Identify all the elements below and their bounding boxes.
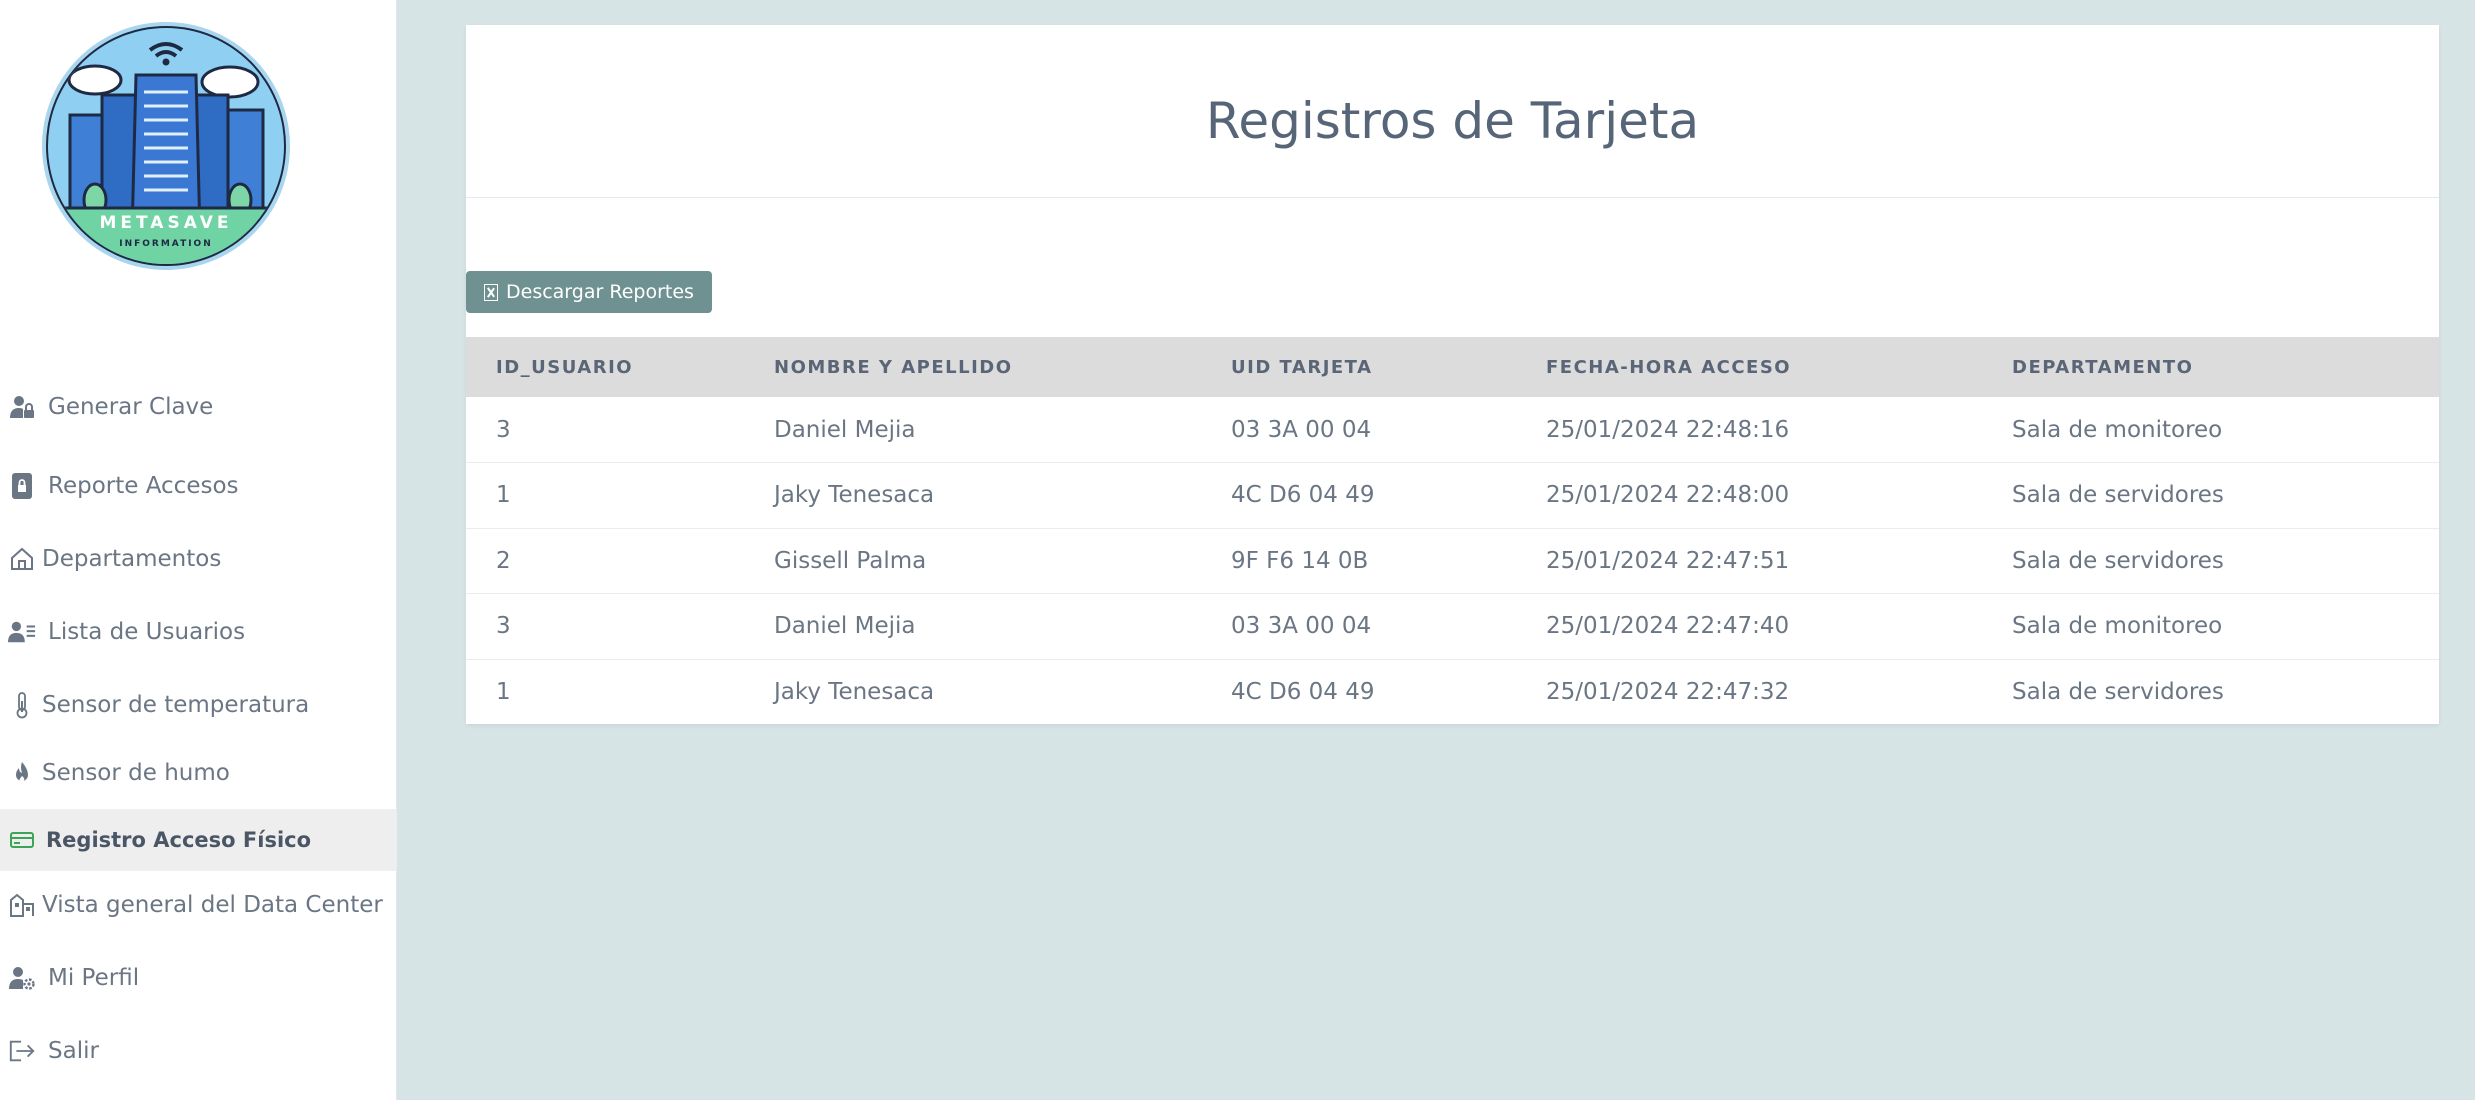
cell-departamento: Sala de servidores — [2012, 679, 2224, 705]
card-header: Registros de Tarjeta — [466, 25, 2439, 198]
page-title: Registros de Tarjeta — [1205, 92, 1700, 150]
download-reports-label: Descargar Reportes — [506, 281, 694, 303]
sidebar-item-label: Registro Acceso Físico — [46, 828, 312, 852]
logout-icon — [8, 1037, 36, 1065]
sidebar-item-generar-clave[interactable]: Generar Clave — [0, 378, 397, 436]
sidebar-item-sensor-temperatura[interactable]: Sensor de temperatura — [0, 676, 397, 734]
table-row: 3 Daniel Mejia 03 3A 00 04 25/01/2024 22… — [466, 397, 2439, 463]
lock-icon — [8, 472, 36, 500]
logo-text-bottom: INFORMATION — [119, 239, 213, 249]
cell-id-usuario: 3 — [466, 397, 774, 463]
column-header-uid: UID TARJETA — [1231, 356, 1373, 378]
cell-fecha: 25/01/2024 22:47:51 — [1546, 528, 2012, 594]
cell-departamento: Sala de monitoreo — [2012, 593, 2439, 660]
thermometer-icon — [8, 691, 36, 719]
sidebar-item-label: Lista de Usuarios — [48, 619, 246, 645]
sidebar-item-mi-perfil[interactable]: Mi Perfil — [0, 949, 397, 1007]
table-header-row: ID_USUARIO NOMBRE Y APELLIDO UID TARJETA… — [466, 337, 2439, 397]
sidebar-item-registro-acceso-fisico[interactable]: Registro Acceso Físico — [0, 809, 397, 871]
sidebar-item-departamentos[interactable]: Departamentos — [0, 530, 397, 588]
access-records-table: ID_USUARIO NOMBRE Y APELLIDO UID TARJETA… — [466, 337, 2439, 725]
cell-uid: 03 3A 00 04 — [1231, 397, 1546, 463]
sidebar-item-vista-general-data-center[interactable]: Vista general del Data Center — [0, 876, 397, 934]
cell-uid: 4C D6 04 49 — [1231, 679, 1375, 705]
sidebar-item-label: Sensor de humo — [42, 760, 230, 786]
logo-text-top: METASAVE — [100, 213, 233, 233]
cell-departamento: Sala de monitoreo — [2012, 397, 2439, 463]
sidebar-item-label: Mi Perfil — [48, 965, 140, 991]
table-row: 3 Daniel Mejia 03 3A 00 04 25/01/2024 22… — [466, 593, 2439, 660]
user-lock-icon — [8, 393, 36, 421]
sidebar-item-sensor-humo[interactable]: Sensor de humo — [0, 744, 397, 802]
sidebar-item-label: Salir — [48, 1038, 99, 1064]
cell-nombre: Daniel Mejia — [774, 593, 1231, 660]
sidebar-item-reporte-accesos[interactable]: Reporte Accesos — [0, 457, 397, 515]
metasave-logo: METASAVE INFORMATION — [40, 20, 292, 272]
column-header-fecha: FECHA-HORA ACCESO — [1546, 356, 1792, 378]
cell-id-usuario: 1 — [496, 679, 511, 705]
cell-fecha: 25/01/2024 22:48:16 — [1546, 397, 2012, 463]
cell-nombre: Daniel Mejia — [774, 397, 1231, 463]
cell-fecha: 25/01/2024 22:47:32 — [1546, 679, 1790, 705]
sidebar-item-lista-usuarios[interactable]: Lista de Usuarios — [0, 603, 397, 661]
cell-fecha: 25/01/2024 22:48:00 — [1546, 462, 2012, 529]
table-row: 1 Jaky Tenesaca 4C D6 04 49 25/01/2024 2… — [466, 462, 2439, 529]
cell-fecha: 25/01/2024 22:47:40 — [1546, 593, 2012, 660]
user-gear-icon — [8, 964, 36, 992]
sidebar-item-label: Departamentos — [42, 546, 222, 572]
cell-uid: 9F F6 14 0B — [1231, 528, 1546, 594]
credit-card-icon — [8, 826, 36, 854]
column-header-departamento: DEPARTAMENTO — [2012, 356, 2194, 378]
sidebar-item-label: Generar Clave — [48, 394, 214, 420]
cell-nombre: Gissell Palma — [774, 528, 1231, 594]
table-row: 1 Jaky Tenesaca 4C D6 04 49 25/01/2024 2… — [466, 659, 2439, 725]
cell-uid: 03 3A 00 04 — [1231, 593, 1546, 660]
fire-icon — [8, 759, 36, 787]
download-reports-button[interactable]: Descargar Reportes — [466, 271, 712, 313]
sidebar-item-label: Reporte Accesos — [48, 473, 239, 499]
cell-departamento: Sala de servidores — [2012, 462, 2439, 529]
table-row: 2 Gissell Palma 9F F6 14 0B 25/01/2024 2… — [466, 528, 2439, 594]
house-icon — [8, 545, 36, 573]
column-header-nombre: NOMBRE Y APELLIDO — [774, 356, 1013, 378]
sidebar-item-label: Vista general del Data Center — [42, 892, 383, 918]
column-header-id-usuario: ID_USUARIO — [496, 356, 634, 378]
cell-uid: 4C D6 04 49 — [1231, 462, 1546, 529]
records-card: Registros de Tarjeta Descargar Reportes … — [466, 25, 2439, 724]
cell-id-usuario: 1 — [466, 462, 774, 529]
cell-id-usuario: 3 — [466, 593, 774, 660]
cell-nombre: Jaky Tenesaca — [774, 462, 1231, 529]
cell-nombre: Jaky Tenesaca — [774, 679, 935, 705]
excel-file-icon — [484, 283, 498, 301]
cell-departamento: Sala de servidores — [2012, 528, 2439, 594]
user-list-icon — [8, 618, 36, 646]
cell-id-usuario: 2 — [466, 528, 774, 594]
buildings-icon — [8, 891, 36, 919]
sidebar: METASAVE INFORMATION Generar Clave Repor… — [0, 0, 397, 1100]
sidebar-item-label: Sensor de temperatura — [42, 692, 310, 718]
sidebar-item-salir[interactable]: Salir — [0, 1022, 397, 1080]
